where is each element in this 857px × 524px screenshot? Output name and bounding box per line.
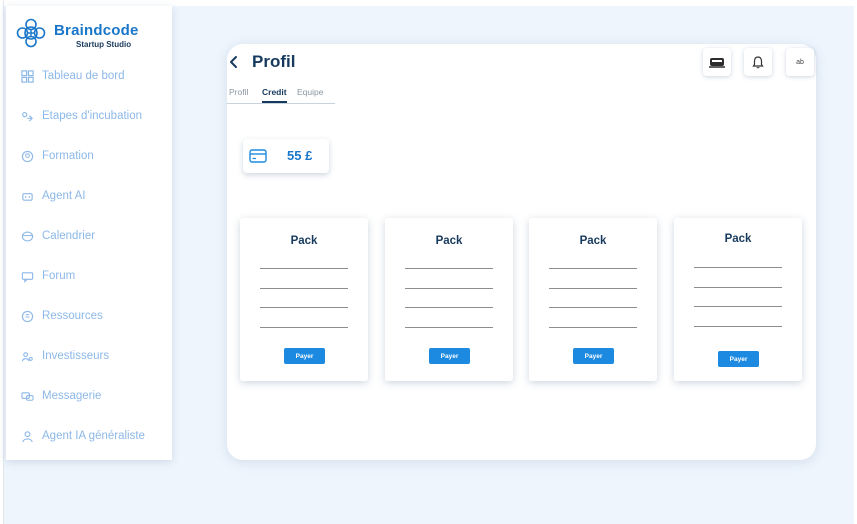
pack-title: Pack	[290, 235, 318, 247]
back-button[interactable]	[227, 52, 241, 72]
avatar-icon	[709, 58, 725, 68]
pack-title: Pack	[435, 235, 463, 247]
forum-icon	[20, 269, 34, 283]
pack-line	[405, 288, 493, 289]
pack-line	[405, 327, 493, 328]
sidebar-item-investisseurs[interactable]: Investisseurs	[20, 344, 170, 368]
pack-line	[694, 326, 782, 327]
tab-profil[interactable]: Profil	[229, 87, 248, 103]
pack-line	[549, 307, 637, 308]
pack-title: Pack	[724, 233, 752, 245]
language-button[interactable]: ab	[786, 48, 814, 76]
sidebar-item-label: Formation	[42, 150, 94, 162]
tab-credit[interactable]: Credit	[262, 87, 287, 103]
training-icon	[20, 149, 34, 163]
sidebar-item-agent-ia-generaliste[interactable]: Agent IA généraliste	[20, 424, 170, 448]
bell-icon	[752, 56, 764, 69]
sidebar-item-agent-ai[interactable]: Agent AI	[20, 184, 170, 208]
pack-title: Pack	[579, 235, 607, 247]
pack-card: Pack Payer	[529, 218, 657, 381]
pack-line	[694, 267, 782, 268]
sidebar-item-label: Ressources	[42, 310, 103, 322]
window-frame-left	[0, 0, 4, 524]
calendar-icon	[20, 229, 34, 243]
pay-button[interactable]: Payer	[718, 351, 759, 367]
sidebar-item-label: Agent AI	[42, 190, 86, 202]
dashboard-icon	[20, 69, 34, 83]
chat-icon	[20, 389, 34, 403]
pack-line	[549, 268, 637, 269]
robot-icon	[20, 189, 34, 203]
sidebar-item-forum[interactable]: Forum	[20, 264, 170, 288]
steps-icon	[20, 109, 34, 123]
sidebar-item-ressources[interactable]: Ressources	[20, 304, 170, 328]
sidebar-item-label: Messagerie	[42, 390, 102, 402]
sidebar-item-label: Forum	[42, 270, 76, 282]
main-panel: Profil Profil Credit Equipe ab 55 £ Pack	[227, 44, 816, 460]
pack-line	[405, 268, 493, 269]
pack-line	[549, 288, 637, 289]
pack-line	[260, 268, 348, 269]
pay-button[interactable]: Payer	[284, 348, 325, 364]
pay-button[interactable]: Payer	[429, 348, 470, 364]
pack-line	[694, 306, 782, 307]
investor-icon	[20, 349, 34, 363]
credit-card-icon	[249, 149, 267, 163]
pack-card: Pack Payer	[240, 218, 368, 381]
sidebar-item-label: Agent IA généraliste	[42, 430, 145, 442]
pack-line	[260, 307, 348, 308]
sidebar-item-calendrier[interactable]: Calendrier	[20, 224, 170, 248]
chevron-left-icon	[230, 56, 237, 68]
pack-line	[549, 327, 637, 328]
credit-balance-card: 55 £	[243, 139, 329, 173]
sidebar-item-formation[interactable]: Formation	[20, 144, 170, 168]
sidebar: Braindcode Startup Studio Tableau de bor…	[6, 6, 172, 460]
sidebar-item-tableau-de-bord[interactable]: Tableau de bord	[20, 64, 170, 88]
pack-line	[405, 307, 493, 308]
sidebar-item-etapes-incubation[interactable]: Etapes d'incubation	[20, 104, 170, 128]
pack-line	[260, 327, 348, 328]
credit-amount: 55 £	[287, 148, 313, 163]
avatar-button[interactable]	[703, 48, 731, 76]
language-label: ab	[796, 58, 804, 66]
user-icon	[20, 429, 34, 443]
page-title: Profil	[252, 52, 296, 71]
pack-line	[694, 287, 782, 288]
brain-logo-icon	[16, 18, 46, 48]
sidebar-item-messagerie[interactable]: Messagerie	[20, 384, 170, 408]
pack-card: Pack Payer	[385, 218, 513, 381]
sidebar-item-label: Etapes d'incubation	[42, 110, 143, 122]
brand-name: Braindcode	[54, 22, 139, 39]
sidebar-item-label: Calendrier	[42, 230, 96, 242]
pack-line	[260, 288, 348, 289]
notifications-button[interactable]	[744, 48, 772, 76]
profile-tabs: Profil Credit Equipe	[227, 86, 335, 104]
brand[interactable]: Braindcode Startup Studio	[12, 12, 162, 56]
brand-subtitle: Startup Studio	[76, 40, 132, 49]
pack-card: Pack Payer	[674, 218, 802, 381]
pay-button[interactable]: Payer	[573, 348, 614, 364]
document-icon	[20, 309, 34, 323]
sidebar-item-label: Tableau de bord	[42, 70, 125, 82]
tab-equipe[interactable]: Equipe	[297, 87, 323, 103]
sidebar-item-label: Investisseurs	[42, 350, 110, 362]
